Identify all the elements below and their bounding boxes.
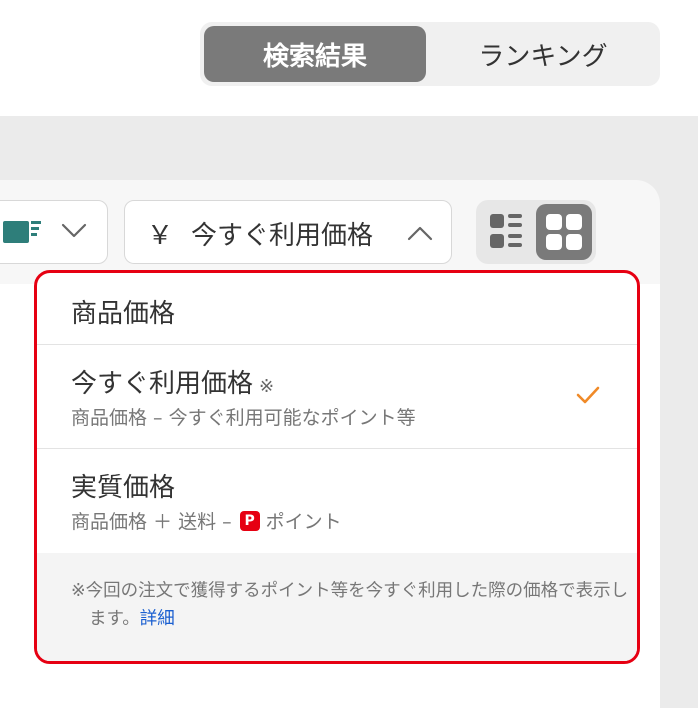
price-type-dropdown: 商品価格 今すぐ利用価格 ※ 商品価格 – 今すぐ利用可能なポイント等 実質価格 … <box>34 270 640 664</box>
tab-search-results[interactable]: 検索結果 <box>204 26 426 82</box>
check-icon <box>576 386 600 404</box>
note-mark: ※ <box>259 376 275 397</box>
option-title: 商品価格 <box>71 299 176 329</box>
shipping-filter-button[interactable] <box>0 200 108 264</box>
list-view-icon <box>490 214 522 248</box>
option-instant-use-price[interactable]: 今すぐ利用価格 ※ 商品価格 – 今すぐ利用可能なポイント等 <box>37 345 637 449</box>
option-product-price[interactable]: 商品価格 <box>37 273 637 345</box>
paypay-point-icon: P <box>239 510 260 531</box>
option-subtitle: 商品価格 ＋ 送料 – P ポイント <box>71 510 342 533</box>
option-title: 実質価格 <box>71 473 176 503</box>
yen-icon: ￥ <box>147 221 174 251</box>
note-text: ※今回の注文で獲得するポイント等を今すぐ利用した際の価格で表示します。詳細 <box>71 581 629 629</box>
option-title: 今すぐ利用価格 ※ <box>71 369 275 399</box>
result-tabs: 検索結果 ランキング <box>200 22 660 86</box>
sort-label: 今すぐ利用価格 <box>191 221 374 251</box>
option-effective-price[interactable]: 実質価格 商品価格 ＋ 送料 – P ポイント <box>37 449 637 553</box>
list-view-button[interactable] <box>482 204 538 260</box>
price-note: ※今回の注文で獲得するポイント等を今すぐ利用した際の価格で表示します。詳細 <box>37 553 637 661</box>
tab-ranking[interactable]: ランキング <box>432 26 654 82</box>
grid-view-button[interactable] <box>536 204 592 260</box>
details-link[interactable]: 詳細 <box>140 609 175 629</box>
chevron-down-icon <box>61 223 87 238</box>
option-subtitle: 商品価格 – 今すぐ利用可能なポイント等 <box>71 407 416 429</box>
grid-view-icon <box>546 214 582 250</box>
chevron-up-icon <box>407 226 433 241</box>
truck-icon <box>3 221 41 243</box>
price-sort-button[interactable]: ￥ 今すぐ利用価格 <box>124 200 452 264</box>
view-toggle <box>476 200 596 264</box>
